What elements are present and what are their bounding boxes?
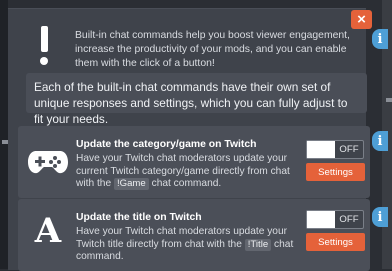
info-icon[interactable]: i <box>372 29 388 49</box>
toggle-knob <box>307 211 335 228</box>
backdrop-left <box>0 0 8 269</box>
exclamation-icon <box>30 26 58 70</box>
close-button[interactable]: × <box>351 10 372 29</box>
info-icon[interactable]: i <box>372 207 388 227</box>
intro-text: Built-in chat commands help you boost vi… <box>75 30 350 69</box>
settings-button[interactable]: Settings <box>306 163 365 181</box>
edge-marker <box>2 140 8 144</box>
command-title: Update the title on Twitch <box>76 212 202 223</box>
settings-button[interactable]: Settings <box>306 233 365 251</box>
command-card-game: Update the category/game on Twitch Have … <box>18 126 370 198</box>
enable-toggle[interactable]: OFF <box>306 140 364 159</box>
chat-commands-modal: × Built-in chat commands help you boost … <box>8 8 372 271</box>
command-description: Have your Twitch chat moderators update … <box>76 153 290 190</box>
letter-a-icon: A <box>34 211 62 251</box>
enable-toggle[interactable]: OFF <box>306 210 364 229</box>
edge-marker <box>386 98 392 102</box>
command-tag: !Game <box>113 178 149 190</box>
command-description: Have your Twitch chat moderators update … <box>76 226 294 262</box>
command-card-title: A Update the title on Twitch Have your T… <box>18 199 370 271</box>
info-icon[interactable]: i <box>372 131 388 151</box>
info-note: Each of the built-in chat commands have … <box>26 73 367 126</box>
gamepad-icon <box>27 142 69 182</box>
toggle-knob <box>307 141 335 158</box>
toggle-state: OFF <box>339 144 359 155</box>
command-tag: !Title <box>244 238 272 251</box>
command-title: Update the category/game on Twitch <box>76 139 257 150</box>
toggle-state: OFF <box>339 214 359 225</box>
